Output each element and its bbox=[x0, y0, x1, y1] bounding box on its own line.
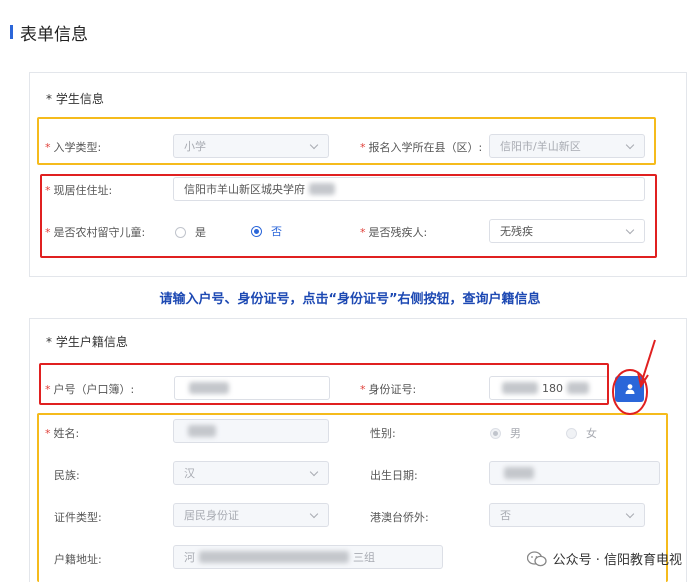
wechat-icon bbox=[526, 550, 547, 566]
red-arrow-annotation bbox=[612, 339, 656, 415]
household-info-title: * 学生户籍信息 bbox=[46, 335, 128, 349]
header-accent-bar bbox=[10, 25, 13, 39]
instruction-text: 请输入户号、身份证号，点击“身份证号”右侧按钮，查询户籍信息 bbox=[159, 292, 541, 307]
highlight-box-red bbox=[40, 174, 657, 258]
student-info-title: * 学生信息 bbox=[46, 92, 104, 106]
highlight-box-red bbox=[39, 363, 609, 405]
watermark: 公众号 · 信阳教育电视 bbox=[526, 549, 682, 568]
page-title: 表单信息 bbox=[20, 24, 88, 45]
watermark-text: 公众号 · 信阳教育电视 bbox=[552, 553, 682, 568]
page-header: 表单信息 bbox=[10, 20, 88, 45]
highlight-box-yellow bbox=[37, 117, 656, 165]
